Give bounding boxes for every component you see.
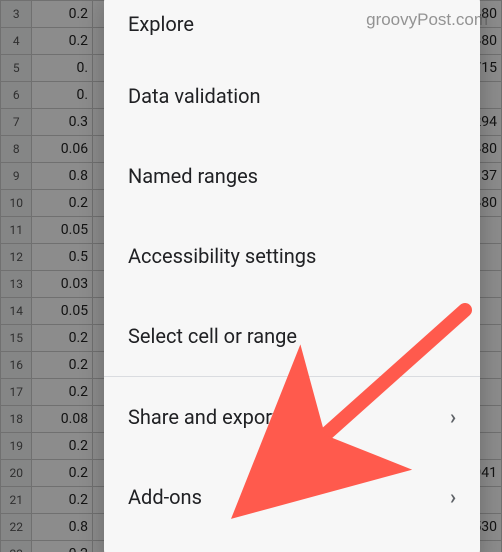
row-header: 3 <box>1 1 32 28</box>
menu-item-label: Explore <box>128 12 194 36</box>
row-header: 10 <box>1 190 32 217</box>
row-header: 19 <box>1 433 32 460</box>
row-header: 23 <box>1 541 32 552</box>
row-header: 22 <box>1 514 32 541</box>
chevron-right-icon: › <box>450 405 456 429</box>
cell: 0.2 <box>32 325 93 352</box>
cell: 0.2 <box>32 379 93 406</box>
menu-item-label: Accessibility settings <box>128 244 316 268</box>
cell: 0. <box>32 55 93 82</box>
menu-item-label: Named ranges <box>128 164 258 188</box>
cell: 0.2 <box>32 541 93 552</box>
row-header: 17 <box>1 379 32 406</box>
menu-item-label: Select cell or range <box>128 324 297 348</box>
row-header: 20 <box>1 460 32 487</box>
cell: 0.2 <box>32 433 93 460</box>
menu-item-label: Share and export <box>128 405 279 429</box>
row-header: 18 <box>1 406 32 433</box>
row-header: 13 <box>1 271 32 298</box>
cell: 0.05 <box>32 217 93 244</box>
menu-item-data-validation[interactable]: Data validation <box>104 56 480 136</box>
row-header: 8 <box>1 136 32 163</box>
row-header: 14 <box>1 298 32 325</box>
overflow-menu-sheet: Explore Data validation Named ranges Acc… <box>104 0 480 552</box>
cell: 0.2 <box>32 1 93 28</box>
row-header: 7 <box>1 109 32 136</box>
cell: 0.2 <box>32 28 93 55</box>
cell: 0.2 <box>32 460 93 487</box>
menu-item-accessibility-settings[interactable]: Accessibility settings <box>104 216 480 296</box>
row-header: 9 <box>1 163 32 190</box>
row-header: 12 <box>1 244 32 271</box>
menu-item-explore[interactable]: Explore <box>104 0 480 56</box>
row-header: 6 <box>1 82 32 109</box>
cell: 0.2 <box>32 352 93 379</box>
row-header: 15 <box>1 325 32 352</box>
row-header: 21 <box>1 487 32 514</box>
row-header: 4 <box>1 28 32 55</box>
cell: 0.03 <box>32 271 93 298</box>
menu-item-label: Add-ons <box>128 485 202 509</box>
cell: 0.2 <box>32 487 93 514</box>
menu-item-label: Data validation <box>128 84 261 108</box>
cell: 0.3 <box>32 109 93 136</box>
chevron-right-icon: › <box>450 485 456 509</box>
cell: 0.5 <box>32 244 93 271</box>
menu-item-named-ranges[interactable]: Named ranges <box>104 136 480 216</box>
cell: 0.2 <box>32 190 93 217</box>
cell: 0.08 <box>32 406 93 433</box>
cell: 0.05 <box>32 298 93 325</box>
menu-item-select-cell-or-range[interactable]: Select cell or range <box>104 296 480 376</box>
cell: 0.8 <box>32 514 93 541</box>
cell: 0. <box>32 82 93 109</box>
cell: 0.06 <box>32 136 93 163</box>
row-header: 5 <box>1 55 32 82</box>
app-stage: 30.248040.248050.71560.70.329480.0648090… <box>0 0 502 552</box>
menu-item-add-ons[interactable]: Add-ons › <box>104 457 480 537</box>
menu-item-share-and-export[interactable]: Share and export › <box>104 377 480 457</box>
row-header: 11 <box>1 217 32 244</box>
cell: 0.8 <box>32 163 93 190</box>
row-header: 16 <box>1 352 32 379</box>
